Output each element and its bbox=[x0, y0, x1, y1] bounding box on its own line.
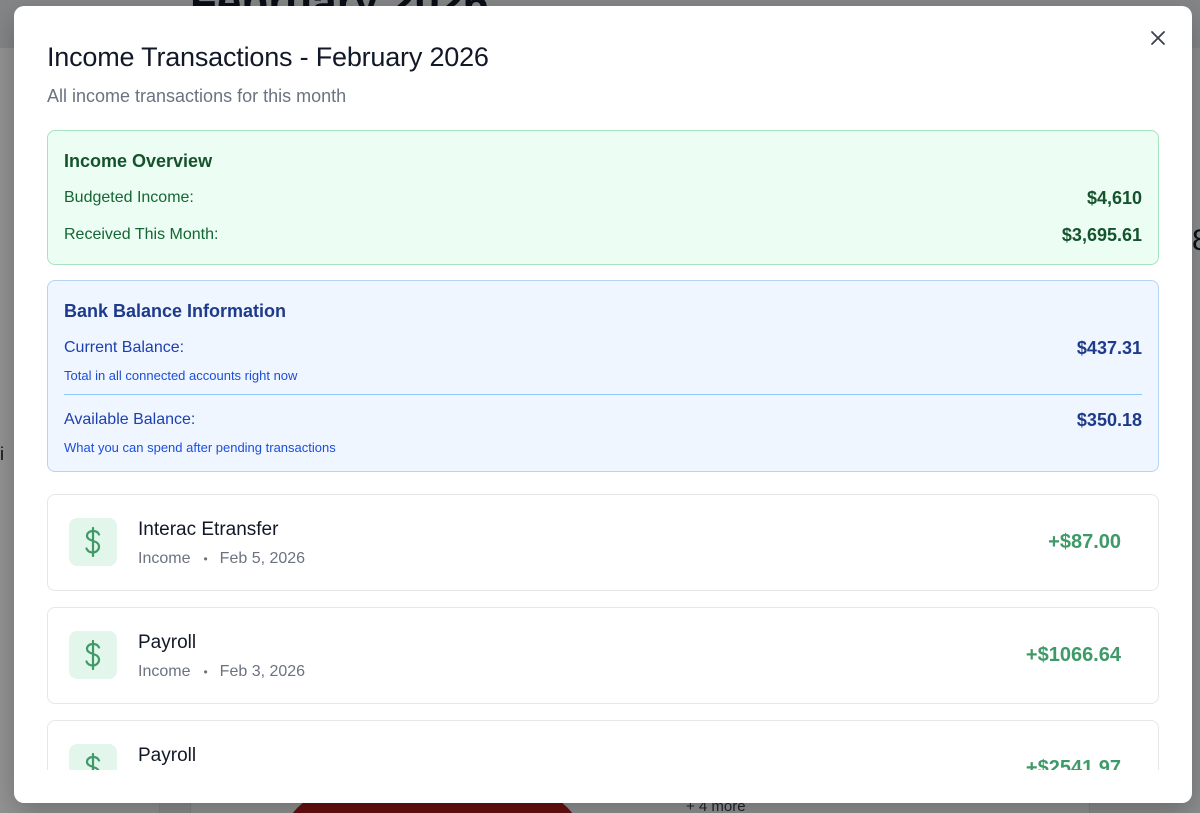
transaction-name: Interac Etransfer bbox=[138, 519, 279, 540]
transaction-meta: Income • Feb 5, 2026 bbox=[138, 550, 305, 568]
available-balance-value: $350.18 bbox=[1076, 410, 1142, 430]
budgeted-income-value: $4,610 bbox=[1086, 188, 1142, 208]
income-transactions-modal: Income Transactions - February 2026 All … bbox=[14, 6, 1192, 803]
transaction-row[interactable]: Interac Etransfer Income • Feb 5, 2026 +… bbox=[47, 494, 1159, 591]
received-this-month-value: $3,695.61 bbox=[1061, 225, 1142, 245]
transaction-name: Payroll bbox=[138, 745, 197, 766]
current-balance-label: Current Balance: bbox=[64, 339, 185, 356]
available-balance-description: What you can spend after pending transac… bbox=[64, 440, 336, 455]
transaction-row[interactable]: Payroll +$2541.97 bbox=[47, 720, 1159, 770]
separator-dot: • bbox=[203, 552, 208, 566]
current-balance-value: $437.31 bbox=[1076, 338, 1142, 358]
modal-title: Income Transactions - February 2026 bbox=[47, 42, 489, 72]
separator-dot: • bbox=[203, 665, 208, 679]
dollar-icon bbox=[69, 518, 117, 566]
transaction-category: Income bbox=[138, 663, 191, 680]
transaction-amount: +$1066.64 bbox=[1025, 644, 1121, 666]
close-button[interactable] bbox=[1146, 26, 1170, 50]
income-overview-title: Income Overview bbox=[64, 151, 213, 171]
bank-balance-title: Bank Balance Information bbox=[64, 301, 287, 321]
income-overview-card: Income Overview Budgeted Income: $4,610 … bbox=[47, 130, 1159, 265]
modal-scroll-area[interactable]: Income Overview Budgeted Income: $4,610 … bbox=[47, 130, 1159, 770]
transaction-amount: +$2541.97 bbox=[1025, 757, 1121, 770]
transaction-category: Income bbox=[138, 550, 191, 567]
transaction-name: Payroll bbox=[138, 632, 197, 653]
transaction-amount: +$87.00 bbox=[1048, 531, 1121, 553]
transaction-row[interactable]: Payroll Income • Feb 3, 2026 +$1066.64 bbox=[47, 607, 1159, 704]
available-balance-label: Available Balance: bbox=[64, 411, 196, 428]
modal-subtitle: All income transactions for this month bbox=[47, 86, 347, 106]
dollar-icon bbox=[69, 744, 117, 770]
dollar-icon bbox=[69, 631, 117, 679]
budgeted-income-label: Budgeted Income: bbox=[64, 189, 194, 206]
transaction-meta: Income • Feb 3, 2026 bbox=[138, 663, 305, 681]
bank-balance-card: Bank Balance Information Current Balance… bbox=[47, 280, 1159, 472]
transaction-date: Feb 3, 2026 bbox=[219, 663, 306, 680]
close-icon bbox=[1151, 31, 1165, 45]
transaction-date: Feb 5, 2026 bbox=[219, 550, 306, 567]
current-balance-description: Total in all connected accounts right no… bbox=[64, 368, 298, 383]
bank-divider bbox=[64, 394, 1142, 395]
received-this-month-label: Received This Month: bbox=[64, 226, 219, 243]
